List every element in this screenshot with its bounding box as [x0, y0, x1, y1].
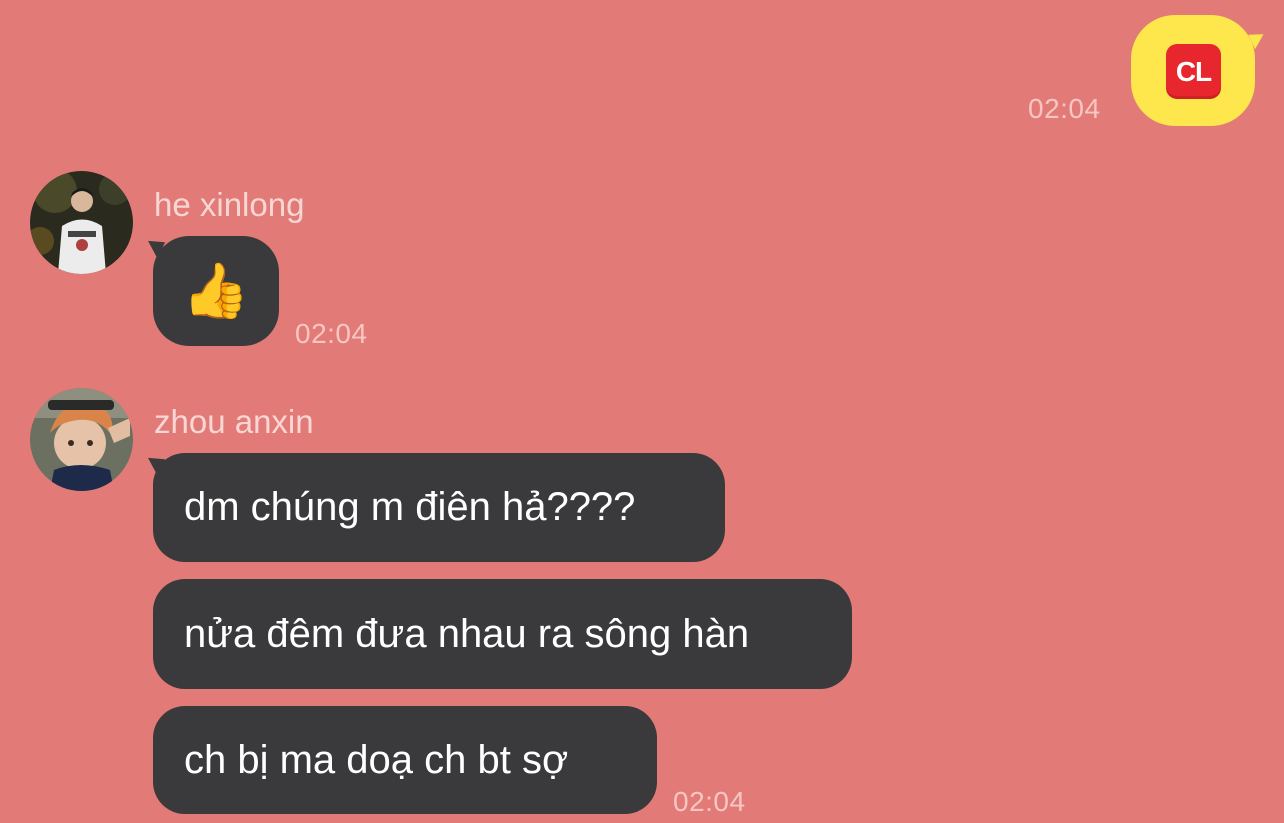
message-bubble[interactable]: ch bị ma doạ ch bt sợ	[153, 706, 657, 814]
message-bubble[interactable]: dm chúng m điên hả????	[153, 453, 725, 562]
thumbs-up-icon: 👍	[182, 261, 250, 321]
outgoing-message-bubble[interactable]: CL	[1131, 15, 1268, 126]
bubble-tail	[1248, 28, 1268, 50]
message-timestamp: 02:04	[673, 786, 746, 817]
cl-emoji-icon: CL	[1166, 44, 1221, 99]
message-timestamp: 02:04	[295, 318, 368, 349]
sender-name: he xinlong	[154, 186, 305, 223]
sender-name: zhou anxin	[154, 403, 314, 440]
outgoing-timestamp: 02:04	[1028, 93, 1101, 124]
message-bubble[interactable]: nửa đêm đưa nhau ra sông hàn	[153, 579, 852, 689]
avatar-photo	[30, 388, 133, 491]
avatar[interactable]	[30, 171, 133, 274]
message-bubble[interactable]: 👍	[153, 236, 279, 346]
avatar[interactable]	[30, 388, 133, 491]
avatar-photo	[30, 171, 133, 274]
